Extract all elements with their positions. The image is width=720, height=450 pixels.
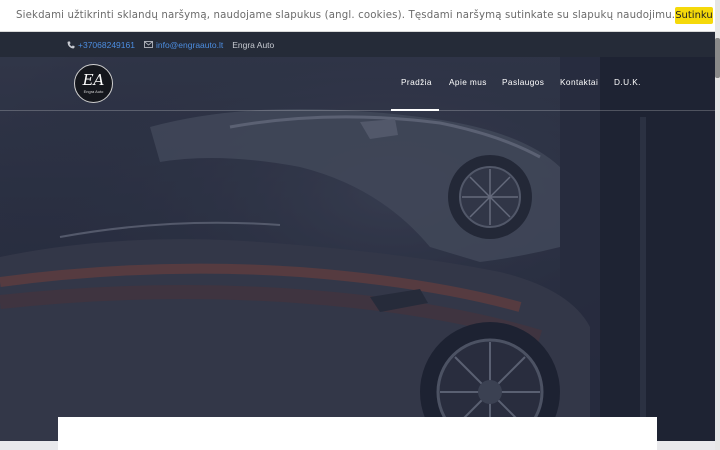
cookie-accept-button[interactable]: Sutinku <box>675 7 713 24</box>
content-card <box>58 417 657 450</box>
phone-link[interactable]: +37068249161 <box>78 40 135 50</box>
email-link[interactable]: info@engraauto.lt <box>156 40 223 50</box>
page-scrollbar[interactable] <box>715 0 720 450</box>
top-contact-bar: +37068249161 info@engraauto.lt Engra Aut… <box>0 32 715 57</box>
site-header: EA Engra Auto Pradžia Apie mus Paslaugos… <box>0 57 715 111</box>
logo[interactable]: EA Engra Auto <box>74 64 113 103</box>
company-name: Engra Auto <box>232 40 274 50</box>
phone-contact[interactable]: +37068249161 <box>66 40 135 50</box>
envelope-icon <box>144 40 153 49</box>
logo-subtitle: Engra Auto <box>83 89 104 94</box>
nav-active-indicator <box>391 109 439 111</box>
scrollbar-thumb[interactable] <box>715 38 720 78</box>
nav-item-duk[interactable]: D.U.K. <box>614 77 641 87</box>
email-contact[interactable]: info@engraauto.lt <box>144 40 223 50</box>
company-label: Engra Auto <box>232 39 275 50</box>
nav-item-apie-mus[interactable]: Apie mus <box>449 77 487 87</box>
nav-item-kontaktai[interactable]: Kontaktai <box>560 77 598 87</box>
logo-mark: EA <box>82 71 105 89</box>
hero-banner <box>0 57 715 450</box>
hero-car-image <box>0 57 715 450</box>
phone-icon <box>66 40 75 49</box>
nav-item-paslaugos[interactable]: Paslaugos <box>502 77 544 87</box>
nav-item-pradzia[interactable]: Pradžia <box>401 77 432 87</box>
cookie-consent-bar: Siekdami užtikrinti sklandų naršymą, nau… <box>0 0 715 32</box>
cookie-message: Siekdami užtikrinti sklandų naršymą, nau… <box>16 10 676 21</box>
